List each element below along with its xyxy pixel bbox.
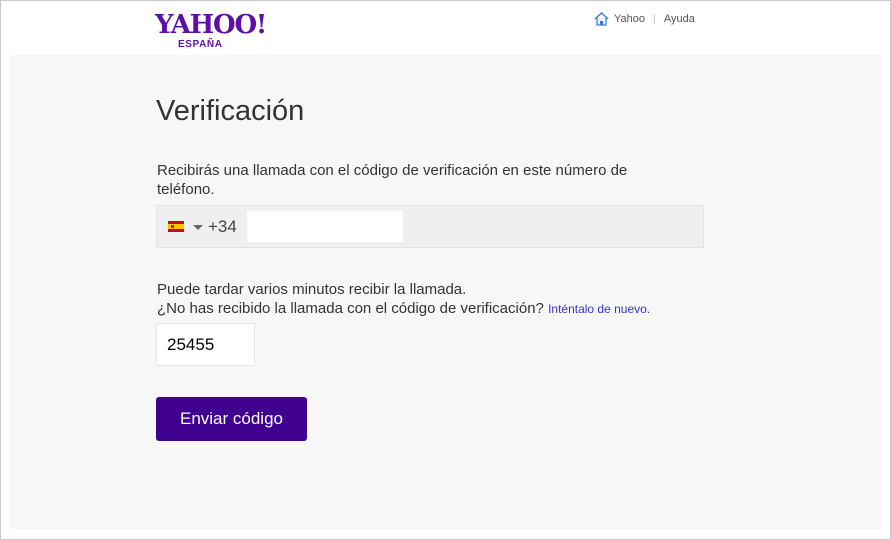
- logo-region-label: ESPAÑA: [178, 39, 223, 50]
- nav-yahoo-link[interactable]: Yahoo: [614, 13, 645, 25]
- verification-panel: Verificación Recibirás una llamada con e…: [10, 55, 881, 529]
- retry-link[interactable]: Inténtalo de nuevo.: [548, 302, 650, 316]
- not-received-text: ¿No has recibido la llamada con el códig…: [157, 300, 544, 317]
- header: YAHOO! ESPAÑA Yahoo | Ayuda: [1, 1, 890, 55]
- spain-flag-icon[interactable]: [168, 221, 184, 232]
- chevron-down-icon[interactable]: [193, 225, 203, 230]
- call-description: Recibirás una llamada con el código de v…: [157, 162, 628, 198]
- nav-divider: |: [653, 13, 656, 25]
- browser-frame: YAHOO! ESPAÑA Yahoo | Ayuda Verificación…: [0, 0, 891, 540]
- nav-help-link[interactable]: Ayuda: [664, 13, 695, 25]
- verification-code-field[interactable]: [156, 323, 255, 366]
- country-code: +34: [208, 217, 237, 236]
- page-title: Verificación: [156, 95, 305, 127]
- send-code-button[interactable]: Enviar código: [156, 397, 307, 441]
- phone-number-field[interactable]: [247, 211, 403, 242]
- wait-info: Puede tardar varios minutos recibir la l…: [157, 280, 650, 319]
- home-icon[interactable]: [594, 12, 609, 26]
- wait-text: Puede tardar varios minutos recibir la l…: [157, 281, 467, 298]
- yahoo-logo[interactable]: YAHOO!: [155, 12, 267, 38]
- phone-number-row: +34: [156, 205, 704, 248]
- top-nav: Yahoo | Ayuda: [594, 12, 695, 26]
